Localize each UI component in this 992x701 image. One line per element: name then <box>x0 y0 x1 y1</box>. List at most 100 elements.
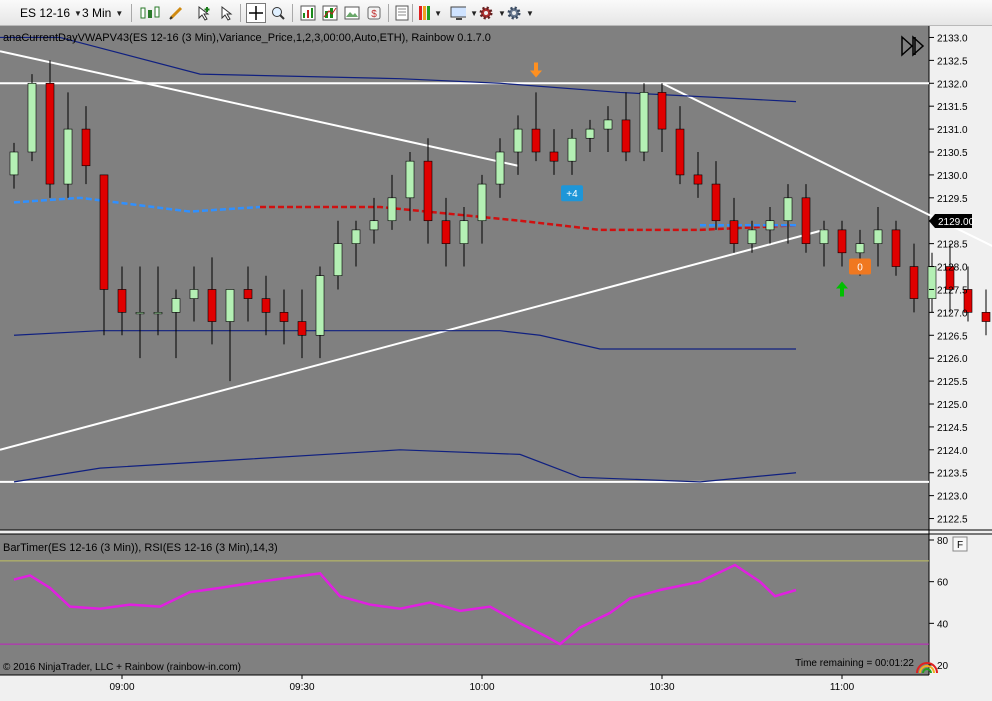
candle-body[interactable] <box>729 220 739 244</box>
panel-f-button[interactable]: F <box>952 536 968 552</box>
bar-type-icon[interactable] <box>138 3 162 23</box>
rsi-indicator-label: BarTimer(ES 12-16 (3 Min)), RSI(ES 12-16… <box>3 542 278 554</box>
interval-selector[interactable]: 3 Min ▼ <box>82 3 123 23</box>
candle-body[interactable] <box>261 298 271 313</box>
x-tick-label: 09:00 <box>109 682 134 693</box>
y-tick-label: 2130.0 <box>937 171 968 182</box>
candle-body[interactable] <box>441 220 451 244</box>
chart-area[interactable]: +4+4+40 2133.02132.52132.02131.52131.021… <box>0 26 992 701</box>
gear-a-icon[interactable]: ▼ <box>478 3 506 23</box>
indicators-icon[interactable] <box>298 3 318 23</box>
candle-body[interactable] <box>513 128 523 153</box>
y-tick-label: 2125.0 <box>937 400 968 411</box>
candle-body[interactable] <box>45 82 55 185</box>
candle-body[interactable] <box>711 183 721 222</box>
candle-body[interactable] <box>333 243 343 277</box>
candle-body[interactable] <box>693 174 703 185</box>
draw-tool-icon[interactable] <box>166 3 186 23</box>
screen-icon[interactable]: ▼ <box>450 3 478 23</box>
candle-body[interactable] <box>657 92 667 130</box>
candle-body[interactable] <box>855 243 865 254</box>
candle-body[interactable] <box>837 229 847 254</box>
candle-body[interactable] <box>225 289 235 322</box>
candle-body[interactable] <box>567 137 577 162</box>
candle-body[interactable] <box>369 220 379 231</box>
candle-body[interactable] <box>531 128 541 153</box>
candle-body[interactable] <box>927 266 937 299</box>
candle-body[interactable] <box>495 151 505 185</box>
candle-body[interactable] <box>279 312 289 322</box>
candle-body[interactable] <box>117 289 127 313</box>
interval-label: 3 Min <box>82 6 112 20</box>
candle-body[interactable] <box>747 229 757 244</box>
rsi-y-tick-label: 40 <box>937 619 949 630</box>
pointer-icon[interactable] <box>216 3 236 23</box>
copyright-text: © 2016 NinjaTrader, LLC + Rainbow (rainb… <box>3 662 241 673</box>
candle-body[interactable] <box>81 128 91 167</box>
candle-body[interactable] <box>423 160 433 222</box>
y-tick-label: 2124.0 <box>937 446 968 457</box>
candle-body[interactable] <box>387 197 397 222</box>
x-tick-label: 10:00 <box>469 682 494 693</box>
properties-icon[interactable]: $ <box>364 3 384 23</box>
chevron-down-icon: ▼ <box>115 8 124 18</box>
candle-body[interactable] <box>549 151 559 162</box>
candle-body[interactable] <box>477 183 487 222</box>
candle-body[interactable] <box>171 298 181 313</box>
candle-body[interactable] <box>783 197 793 222</box>
x-tick-label: 10:30 <box>649 682 674 693</box>
y-tick-label: 2132.0 <box>937 79 968 90</box>
candle-body[interactable] <box>909 266 919 299</box>
candle-body[interactable] <box>603 119 613 130</box>
y-tick-label: 2129.5 <box>937 194 968 205</box>
data-box-icon[interactable]: ▼ <box>418 3 442 23</box>
candle-body[interactable] <box>99 174 109 290</box>
candle-body[interactable] <box>405 160 415 199</box>
trade-marker-label: +4 <box>566 189 578 200</box>
candle-body[interactable] <box>27 82 37 153</box>
candle-body[interactable] <box>135 312 145 315</box>
trade-marker-label: 0 <box>857 263 863 274</box>
candle-body[interactable] <box>153 312 163 315</box>
strategies-icon[interactable] <box>320 3 340 23</box>
y-tick-label: 2123.5 <box>937 469 968 480</box>
x-axis-area[interactable] <box>0 675 929 701</box>
crosshair-icon[interactable] <box>246 3 266 23</box>
candle-body[interactable] <box>207 289 217 322</box>
candle-body[interactable] <box>639 92 649 153</box>
candle-body[interactable] <box>801 197 811 244</box>
y-tick-label: 2123.0 <box>937 492 968 503</box>
rsi-y-tick-label: 60 <box>937 578 949 589</box>
candle-body[interactable] <box>459 220 469 244</box>
candle-body[interactable] <box>873 229 883 244</box>
candle-body[interactable] <box>675 128 685 176</box>
candle-body[interactable] <box>765 220 775 231</box>
candle-body[interactable] <box>9 151 19 176</box>
y-tick-label: 2131.0 <box>937 125 968 136</box>
pointer-plus-icon[interactable] <box>194 3 214 23</box>
candle-body[interactable] <box>585 128 595 139</box>
y-tick-label: 2127.0 <box>937 308 968 319</box>
instrument-selector[interactable]: ES 12-16 ▼ <box>20 3 82 23</box>
instrument-label: ES 12-16 <box>20 6 71 20</box>
candle-body[interactable] <box>621 119 631 153</box>
candle-body[interactable] <box>315 275 325 336</box>
y-tick-label: 2133.0 <box>937 33 968 44</box>
candle-body[interactable] <box>819 229 829 244</box>
candle-body[interactable] <box>981 312 991 322</box>
x-tick-label: 11:00 <box>830 682 855 693</box>
current-price-flag: 2129.00 <box>929 214 975 228</box>
candle-body[interactable] <box>63 128 73 185</box>
zoom-icon[interactable] <box>268 3 288 23</box>
candle-body[interactable] <box>189 289 199 299</box>
scroll-icon[interactable] <box>392 3 412 23</box>
candle-body[interactable] <box>243 289 253 299</box>
candle-body[interactable] <box>891 229 901 267</box>
x-tick-label: 09:30 <box>289 682 314 693</box>
toolbar-divider <box>388 4 389 22</box>
image-icon[interactable] <box>342 3 362 23</box>
candle-body[interactable] <box>297 321 307 336</box>
gear-b-icon[interactable]: ▼ <box>506 3 534 23</box>
candle-body[interactable] <box>351 229 361 244</box>
svg-text:$: $ <box>371 9 377 20</box>
